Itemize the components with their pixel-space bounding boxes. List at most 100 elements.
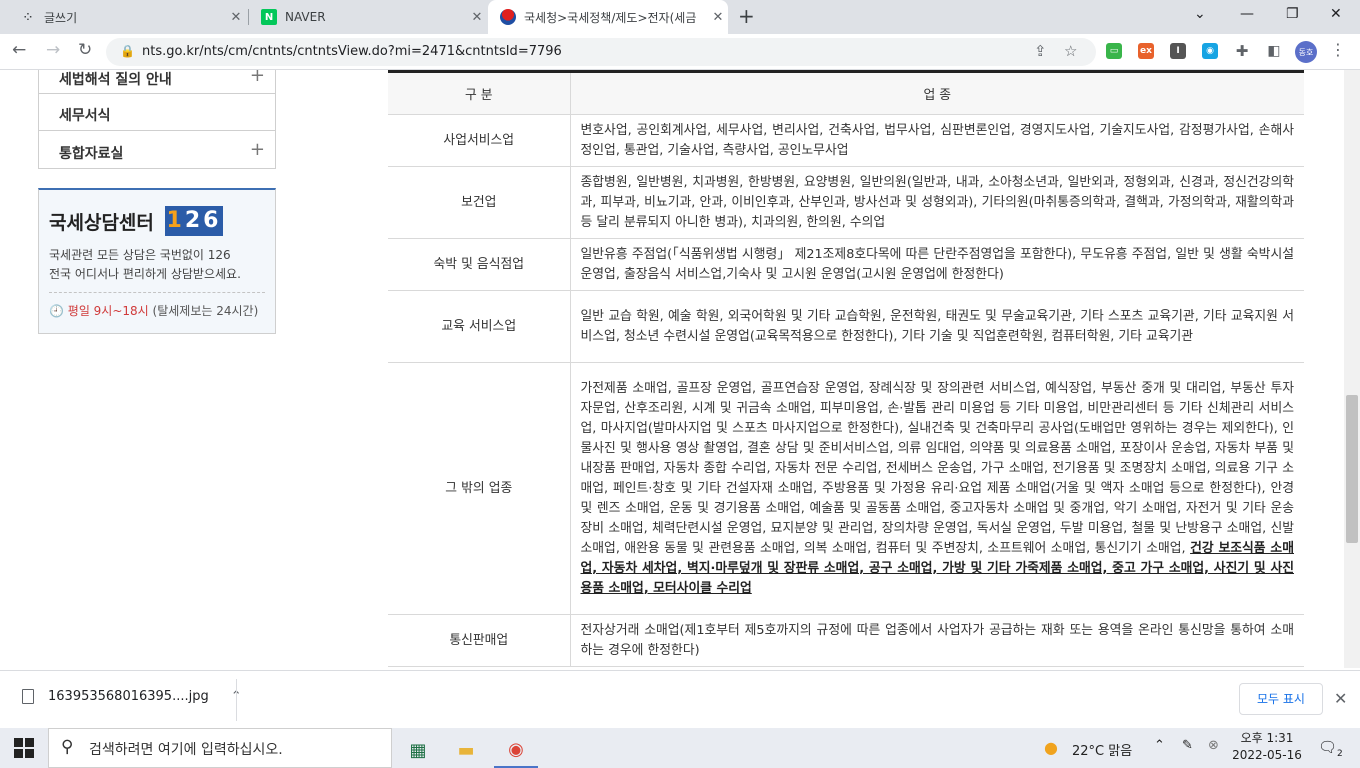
back-icon[interactable]: ← [12, 40, 26, 60]
close-icon[interactable]: ✕ [467, 10, 487, 25]
file-explorer-icon[interactable]: ▬ [444, 732, 488, 768]
chrome-icon[interactable]: ◉ [494, 732, 538, 768]
window-close-icon[interactable]: ✕ [1330, 6, 1342, 22]
tax-consult-center-box[interactable]: 국세상담센터 126 국세관련 모든 상담은 국번없이 126 전국 어디서나 … [38, 188, 276, 334]
taskbar-clock[interactable]: 오후 1:31 2022-05-16 [1232, 730, 1302, 764]
sidebar-item-tax-forms[interactable]: 세무서식 [38, 93, 276, 131]
downloads-bar: 163953568016395....jpg ⌃ 모두 표시 ✕ [0, 670, 1360, 728]
taskbar-search-input[interactable]: ⚲ 검색하려면 여기에 입력하십시오. [48, 728, 392, 768]
tab-nts[interactable]: 국세청>국세정책/제도>전자(세금 ✕ [488, 0, 728, 34]
column-header-category: 구 분 [388, 70, 571, 115]
category-cell: 그 밖의 업종 [388, 362, 571, 615]
extension-green-icon[interactable]: ▭ [1106, 43, 1122, 59]
nts-icon [500, 9, 516, 25]
bookmark-star-icon[interactable]: ☆ [1064, 42, 1077, 60]
table-row: 보건업 종합병원, 일반병원, 치과병원, 한방병원, 요양병원, 일반의원(일… [388, 166, 1304, 239]
clock-date: 2022-05-16 [1232, 748, 1302, 762]
sidebar-item-label: 통합자료실 [59, 146, 124, 162]
lock-icon[interactable]: 🔒 [120, 44, 135, 58]
sidebar-item-tax-inquiry[interactable]: 세법해석 질의 안내 + [38, 70, 276, 94]
table-row: 사업서비스업 변호사업, 공인회계사업, 세무사업, 변리사업, 건축사업, 법… [388, 114, 1304, 167]
download-item[interactable]: 163953568016395....jpg ⌃ [22, 689, 242, 704]
download-divider [236, 679, 237, 721]
page-content: 세법해석 질의 안내 + 세무서식 통합자료실 + 국세상담센터 126 국세관… [0, 70, 1344, 668]
side-panel-icon[interactable]: ◧ [1266, 43, 1282, 59]
minimize-icon[interactable]: — [1240, 6, 1254, 22]
browser-tab-bar: ⁘ 글쓰기 ✕ N NAVER ✕ 국세청>국세정책/제도>전자(세금 ✕ + … [0, 0, 1360, 34]
center-description: 국세관련 모든 상담은 국번없이 126 전국 어디서나 편리하게 상담받으세요… [49, 246, 265, 284]
table-row: 통신판매업 전자상거래 소매업(제1호부터 제5호까지의 규정에 따른 업종에서… [388, 614, 1304, 667]
hours-weekday: 평일 9시~18시 [67, 304, 149, 318]
desc-line: 국세관련 모든 상담은 국번없이 126 [49, 248, 231, 262]
category-cell: 사업서비스업 [388, 114, 571, 167]
tab-search-icon[interactable]: ⌄ [1194, 6, 1206, 22]
weather-icon[interactable]: ● [1044, 738, 1058, 757]
extension-gray-icon[interactable]: I [1170, 43, 1186, 59]
naver-icon: N [261, 9, 277, 25]
close-icon[interactable]: ✕ [708, 10, 728, 25]
column-header-industry: 업 종 [570, 70, 1304, 115]
tab-tistory[interactable]: ⁘ 글쓰기 ✕ [8, 0, 246, 34]
share-icon[interactable]: ⇪ [1034, 42, 1047, 60]
close-icon[interactable]: ✕ [226, 10, 246, 25]
windows-start-icon[interactable] [14, 738, 34, 758]
pen-icon[interactable]: ✎ [1182, 738, 1193, 753]
plus-icon[interactable]: + [250, 139, 265, 160]
forward-icon[interactable]: → [46, 40, 60, 60]
industry-cell: 종합병원, 일반병원, 치과병원, 한방병원, 요양병원, 일반의원(일반과, … [570, 166, 1304, 239]
windows-taskbar: ⚲ 검색하려면 여기에 입력하십시오. ▦ ▬ ◉ ● 22°C 맑음 ⌃ ✎ … [0, 728, 1360, 768]
reload-icon[interactable]: ↻ [78, 40, 92, 60]
industry-text: 가전제품 소매업, 골프장 운영업, 골프연습장 운영업, 장례식장 및 장의관… [580, 380, 1295, 556]
extension-orange-icon[interactable]: ex [1138, 43, 1154, 59]
extension-blue-icon[interactable]: ◉ [1202, 43, 1218, 59]
weather-text[interactable]: 22°C 맑음 [1072, 740, 1132, 759]
scrollbar-thumb[interactable] [1346, 395, 1358, 543]
page-scrollbar[interactable] [1344, 70, 1360, 668]
url-text[interactable]: nts.go.kr/nts/cm/cntnts/cntntsView.do?mi… [142, 44, 562, 59]
address-bar[interactable]: 🔒 nts.go.kr/nts/cm/cntnts/cntntsView.do?… [106, 38, 1096, 66]
browser-toolbar: ← → ↻ 🔒 nts.go.kr/nts/cm/cntnts/cntntsVi… [0, 34, 1360, 70]
center-number-logo: 126 [165, 206, 223, 236]
industry-cell: 전자상거래 소매업(제1호부터 제5호까지의 규정에 따른 업종에서 사업자가 … [570, 614, 1304, 667]
download-filename: 163953568016395....jpg [48, 689, 209, 704]
profile-avatar[interactable]: 동호 [1295, 41, 1317, 63]
sidebar-item-archive[interactable]: 통합자료실 + [38, 131, 276, 169]
tab-naver[interactable]: N NAVER ✕ [249, 0, 487, 34]
new-tab-icon[interactable]: + [738, 4, 755, 28]
show-all-button[interactable]: 모두 표시 [1239, 683, 1323, 715]
industry-cell: 가전제품 소매업, 골프장 운영업, 골프연습장 운영업, 장례식장 및 장의관… [570, 362, 1304, 615]
file-icon [22, 689, 34, 704]
industry-cell: 변호사업, 공인회계사업, 세무사업, 변리사업, 건축사업, 법무사업, 심판… [570, 114, 1304, 167]
tab-label: 국세청>국세정책/제도>전자(세금 [524, 10, 697, 25]
number-part-a: 1 [166, 208, 185, 233]
number-part-b: 26 [184, 208, 222, 233]
center-title: 국세상담센터 [49, 212, 154, 234]
extensions-puzzle-icon[interactable]: ✚ [1234, 42, 1250, 60]
sidebar-item-label: 세법해석 질의 안내 [59, 72, 172, 88]
industry-cell: 일반유흥 주점업(「식품위생법 시행령」 제21조제8호다목에 따른 단란주점영… [570, 238, 1304, 291]
notification-icon[interactable]: 🗨2 [1318, 738, 1343, 759]
industry-cell: 일반 교습 학원, 예술 학원, 외국어학원 및 기타 교습학원, 운전학원, … [570, 290, 1304, 363]
category-cell: 통신판매업 [388, 614, 571, 667]
clock-time: 오후 1:31 [1240, 731, 1294, 745]
tray-overflow-icon[interactable]: ⌃ [1154, 738, 1165, 753]
plus-icon[interactable]: + [250, 70, 265, 86]
table-row: 교육 서비스업 일반 교습 학원, 예술 학원, 외국어학원 및 기타 교습학원… [388, 290, 1304, 363]
tab-label: 글쓰기 [44, 10, 78, 25]
close-icon[interactable]: ✕ [1334, 689, 1347, 708]
search-icon: ⚲ [61, 737, 74, 757]
menu-icon[interactable]: ⋮ [1330, 40, 1346, 59]
restore-icon[interactable]: ❐ [1286, 6, 1299, 22]
clock-icon: 🕘 [49, 304, 64, 318]
category-cell: 교육 서비스업 [388, 290, 571, 363]
table-header-row: 구 분 업 종 [388, 70, 1304, 115]
search-placeholder: 검색하려면 여기에 입력하십시오. [89, 742, 283, 758]
excel-icon[interactable]: ▦ [396, 732, 440, 768]
category-cell: 숙박 및 음식점업 [388, 238, 571, 291]
desc-line: 전국 어디서나 편리하게 상담받으세요. [49, 267, 241, 281]
industry-table: 구 분 업 종 사업서비스업 변호사업, 공인회계사업, 세무사업, 변리사업,… [388, 70, 1304, 667]
category-cell: 보건업 [388, 166, 571, 239]
network-off-icon[interactable]: ⊗ [1208, 738, 1219, 753]
notification-count: 2 [1337, 749, 1343, 759]
hours-report: (탈세제보는 24시간) [152, 304, 259, 318]
